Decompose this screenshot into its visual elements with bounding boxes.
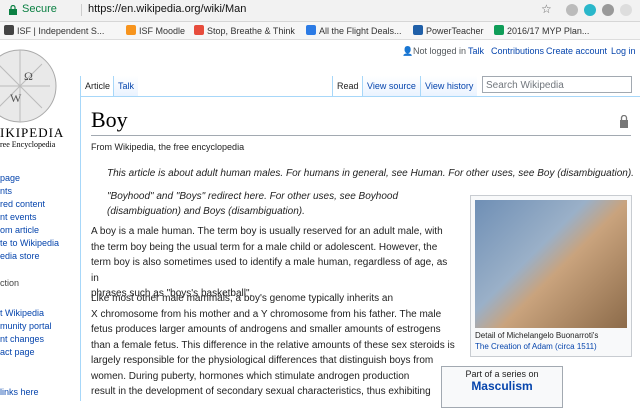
bookmark-item[interactable]: ISF | Independent S... [4,25,104,36]
bookmark-label: ISF Moodle [139,26,186,36]
contributions-link[interactable]: Contributions [491,46,544,56]
bookmark-icon [194,25,204,35]
sidebar-item[interactable]: page [0,173,20,183]
bookmark-label: ISF | Independent S... [17,26,105,36]
url-text[interactable]: https://en.wikipedia.org/wiki/Man [88,3,246,15]
sidebar-item[interactable]: nt changes [0,334,44,344]
tab-read[interactable]: Read [332,76,363,96]
article-content: Boy From Wikipedia, the free encyclopedi… [80,96,640,408]
menu-icon[interactable] [620,4,632,16]
bookmark-label: All the Flight Deals... [319,26,402,36]
sidebar-item[interactable]: te to Wikipedia [0,238,59,248]
bookmark-item[interactable]: 2016/17 MYP Plan... [494,25,589,36]
sidebar-item[interactable]: munity portal [0,321,52,331]
tab-view-history[interactable]: View history [420,76,478,96]
paragraph-line: fetus produces larger amounts of androge… [91,324,441,335]
caption-line[interactable]: The Creation of Adam (circa 1511) [475,341,627,352]
paragraph-line: largely responsible for the physiologica… [91,355,434,366]
sidebar-item[interactable]: links here [0,387,39,397]
caption-line: Detail of Michelangelo Buonarroti's [475,331,599,340]
bookmark-label: PowerTeacher [426,26,484,36]
hatnote: "Boyhood" and "Boys" redirect here. For … [107,191,399,202]
series-part-of: Part of a series on [465,369,539,379]
sidebar-item[interactable]: act page [0,347,35,357]
svg-text:W: W [10,91,22,105]
bookmark-item[interactable]: All the Flight Deals... [306,25,402,36]
tab-talk[interactable]: Talk [113,76,139,96]
login-link[interactable]: Log in [611,46,636,56]
protection-lock-icon[interactable] [619,115,629,128]
extension-icon[interactable] [584,4,596,16]
sidebar-item[interactable]: red content [0,199,45,209]
paragraph-line: women. During puberty, hormones which st… [91,370,410,382]
sidebar-item[interactable]: t Wikipedia [0,308,44,318]
wordmark: IKIPEDIA [0,125,65,140]
tagline: ree Encyclopedia [0,140,56,149]
bookmark-icon [126,25,136,35]
paragraph-line: the term boy being the usual term for a … [91,241,438,253]
hatnote: This article is about adult human males.… [107,168,634,179]
tab-article[interactable]: Article [80,76,115,96]
paragraph-line: term boy is also sometimes used to ident… [91,257,448,284]
svg-text:Ω: Ω [24,69,33,83]
bookmark-icon [4,25,14,35]
bookmark-icon [494,25,504,35]
paragraph-line: than a female fetus. This difference in … [91,339,455,351]
bookmarks-bar: ISF | Independent S... ISF Moodle Stop, … [0,22,640,40]
sidebar-heading: ction [0,278,20,288]
secure-label: Secure [22,3,57,15]
tab-view-source[interactable]: View source [362,76,420,96]
paragraph-line: Like most other male mammals, a boy's ge… [91,293,394,304]
wikipedia-logo[interactable]: Ω W IKIPEDIA ree Encyclopedia [0,40,70,150]
search-input[interactable]: Search Wikipedia [482,76,632,93]
bookmark-star-icon[interactable]: ☆ [541,2,552,16]
sidebar-item[interactable]: edia store [0,251,40,261]
hatnote: (disambiguation) and Boys (disambiguatio… [107,206,305,217]
series-box: Part of a series on Masculism [441,366,563,408]
lock-icon [9,5,17,15]
sidebar-item[interactable]: om article [0,225,39,235]
title-divider [91,135,631,136]
create-account-link[interactable]: Create account [546,46,607,56]
page-title: Boy [91,107,128,132]
paragraph: Like most other male mammals, a boy's ge… [91,291,456,400]
sidebar-item[interactable]: nts [0,186,12,196]
bookmark-label: Stop, Breathe & Think [207,26,295,36]
infobox-image: Detail of Michelangelo Buonarroti's The … [470,195,632,357]
user-icon: 👤 [402,46,414,56]
bookmark-icon [306,25,316,35]
bookmark-icon [413,25,423,35]
tagline-from: From Wikipedia, the free encyclopedia [91,142,245,152]
bookmark-item[interactable]: Stop, Breathe & Think [194,25,295,36]
paragraph-line: X chromosome from his mother and a Y chr… [91,308,442,320]
bookmark-label: 2016/17 MYP Plan... [507,26,590,36]
image-caption: Detail of Michelangelo Buonarroti's The … [475,330,627,352]
paragraph: A boy is a male human. The term boy is u… [91,224,456,302]
sidebar-item[interactable]: nt events [0,212,37,222]
creation-of-adam-image[interactable] [475,200,627,328]
extension-icon[interactable] [602,4,614,16]
bookmark-item[interactable]: PowerTeacher [413,25,484,36]
paragraph-line: A boy is a male human. The term boy is u… [91,226,443,237]
talk-link[interactable]: Talk [468,46,484,56]
puzzle-globe-icon: Ω W [0,49,57,123]
address-bar[interactable]: Secure https://en.wikipedia.org/wiki/Man… [0,0,640,22]
bookmark-item[interactable]: ISF Moodle [126,25,185,36]
extension-icon[interactable] [566,4,578,16]
divider [81,4,82,16]
series-title[interactable]: Masculism [442,379,562,393]
paragraph-line: result in the development of secondary s… [91,386,431,397]
not-logged-in: Not logged in [413,46,467,56]
